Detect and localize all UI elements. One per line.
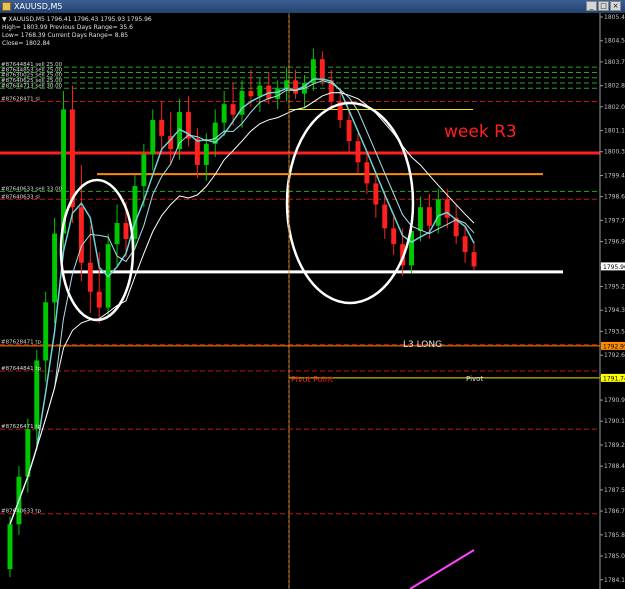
order-label: #87644841 tp bbox=[1, 366, 42, 372]
candle-body bbox=[96, 291, 102, 308]
maximize-button[interactable]: □ bbox=[598, 1, 609, 11]
candle-body bbox=[194, 138, 200, 165]
order-label: #87640633 tp bbox=[1, 509, 42, 515]
price-chart[interactable]: week R3 L3 LONG Pivot Point Pivot ▼ XAUU… bbox=[0, 13, 625, 589]
info-line-2: High= 1803.99 Previous Days Range= 35.6 bbox=[2, 24, 133, 31]
price-tick-label: 1800.30 bbox=[604, 149, 625, 156]
order-label: #87644713 sell 30.00 bbox=[1, 83, 63, 89]
window-titlebar[interactable]: XAUUSD,M5 _ □ × bbox=[0, 0, 625, 14]
chart-window: XAUUSD,M5 _ □ × week R3 L3 LONG Pivot Po… bbox=[0, 0, 625, 589]
order-label: #87640633 sl bbox=[1, 194, 40, 200]
minimize-button[interactable]: _ bbox=[586, 1, 597, 11]
candle-body bbox=[123, 223, 129, 239]
price-tick-label: 1796.90 bbox=[604, 239, 625, 246]
window-title: XAUUSD,M5 bbox=[14, 2, 63, 11]
candle-body bbox=[462, 236, 468, 253]
candle-body bbox=[248, 90, 254, 97]
pivot-label: Pivot bbox=[466, 375, 483, 383]
order-label: #87640633 sell 33.00 bbox=[1, 186, 63, 192]
candle-body bbox=[284, 80, 290, 89]
price-tag-label: 1795.96 bbox=[603, 264, 625, 271]
price-tick-label: 1785.80 bbox=[604, 532, 625, 539]
order-label: #87628471 sl bbox=[1, 97, 40, 103]
candle-body bbox=[221, 104, 227, 123]
price-tick-label: 1797.70 bbox=[604, 217, 625, 224]
order-label: #87626471 tp bbox=[1, 424, 42, 430]
price-tick-label: 1803.70 bbox=[604, 59, 625, 66]
candle-body bbox=[293, 80, 298, 94]
price-tick-label: 1802.00 bbox=[604, 104, 625, 111]
candle-body bbox=[435, 199, 441, 226]
price-tick-label: 1790.10 bbox=[604, 418, 625, 425]
candle-body bbox=[418, 207, 423, 231]
week-r3-label: week R3 bbox=[444, 122, 517, 142]
candle-body bbox=[141, 154, 147, 187]
price-tick-label: 1786.70 bbox=[604, 508, 625, 515]
candle-body bbox=[364, 162, 370, 184]
l3-long-label: L3 LONG bbox=[403, 340, 442, 350]
order-label: #87628471 tp bbox=[1, 340, 42, 346]
info-line-4: Close= 1802.84 bbox=[2, 40, 50, 47]
price-tick-label: 1785.00 bbox=[604, 553, 625, 560]
candle-body bbox=[70, 109, 75, 208]
price-tick-label: 1787.50 bbox=[604, 487, 625, 494]
candle-body bbox=[444, 199, 450, 218]
candle-body bbox=[230, 104, 236, 115]
candle-body bbox=[275, 88, 281, 99]
pivot-point-label: Pivot Point bbox=[291, 375, 333, 384]
info-line-1: ▼ XAUUSD,M5 1796.41 1796.43 1795.93 1795… bbox=[2, 16, 152, 23]
chart-background bbox=[0, 13, 625, 589]
price-tick-label: 1790.90 bbox=[604, 397, 625, 404]
candle-body bbox=[114, 223, 120, 245]
price-axis: 1805.40 1804.50 1803.70 1802.80 1802.00 1801.… bbox=[599, 13, 625, 589]
price-tick-label: 1784.10 bbox=[604, 577, 625, 584]
price-tick-label: 1788.40 bbox=[604, 463, 625, 470]
chart-window-icon bbox=[2, 2, 11, 11]
candle-body bbox=[382, 204, 388, 229]
price-tick-label: 1804.50 bbox=[604, 38, 625, 45]
price-axis-background bbox=[600, 13, 625, 589]
candle-body bbox=[87, 262, 93, 292]
price-tick-label: 1795.20 bbox=[604, 283, 625, 290]
candle-body bbox=[373, 183, 379, 205]
candle-body bbox=[346, 120, 352, 142]
candle-body bbox=[355, 141, 361, 163]
info-line-3: Low= 1768.39 Current Days Range= 8.85 bbox=[2, 32, 128, 39]
candle-body bbox=[471, 252, 477, 267]
price-tick-label: 1798.60 bbox=[604, 194, 625, 201]
candle-body bbox=[78, 207, 84, 263]
candle-body bbox=[159, 120, 165, 136]
price-tick-label: 1801.10 bbox=[604, 128, 625, 135]
price-tag-label: 1792.95 bbox=[603, 343, 625, 350]
candle-body bbox=[43, 302, 49, 361]
candle-body bbox=[426, 207, 432, 226]
price-tick-label: 1799.40 bbox=[604, 172, 625, 179]
price-tick-label: 1805.40 bbox=[604, 14, 625, 21]
candle-body bbox=[203, 143, 209, 165]
candle-body bbox=[257, 85, 263, 97]
candle-body bbox=[391, 228, 397, 245]
close-button[interactable]: × bbox=[610, 1, 621, 11]
price-tick-label: 1802.80 bbox=[604, 83, 625, 90]
candle-body bbox=[52, 233, 58, 303]
price-tag-label: 1791.74 bbox=[603, 375, 625, 382]
price-tick-label: 1792.60 bbox=[604, 352, 625, 359]
candle-body bbox=[150, 120, 156, 155]
candle-body bbox=[7, 524, 13, 570]
price-tick-label: 1789.20 bbox=[604, 442, 625, 449]
price-tick-label: 1794.30 bbox=[604, 307, 625, 314]
price-tick-label: 1793.50 bbox=[604, 328, 625, 335]
candle-body bbox=[319, 59, 325, 81]
